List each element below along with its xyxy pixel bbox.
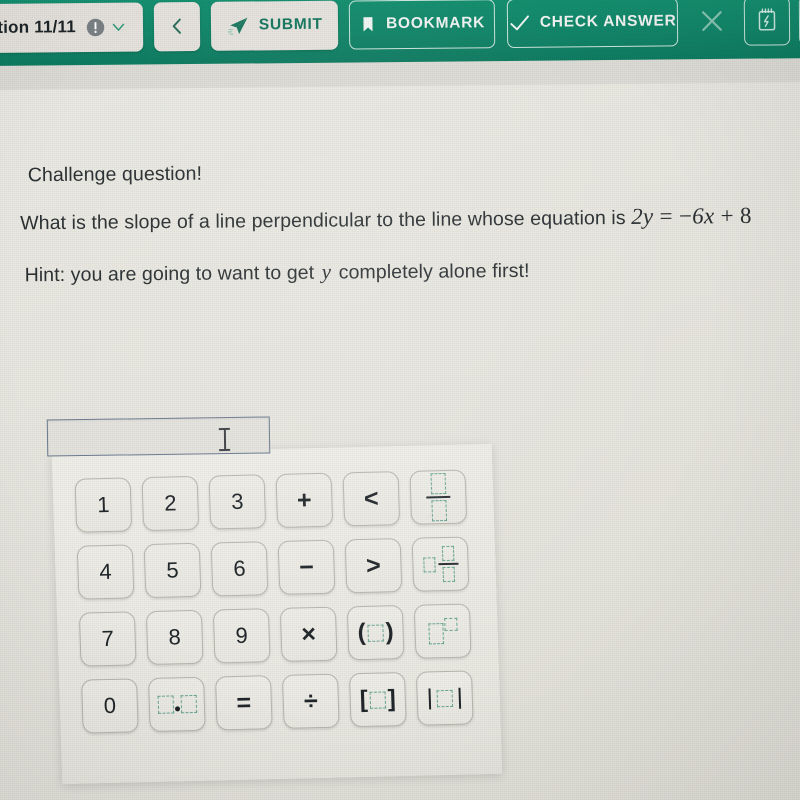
key-4[interactable]: 4 (76, 544, 135, 600)
eq-rhs-var: x (703, 203, 715, 229)
eq-rhs-const: 8 (739, 202, 752, 229)
key-divide[interactable]: ÷ (281, 673, 340, 729)
submit-label: SUBMIT (258, 16, 323, 34)
answer-input[interactable] (46, 416, 271, 457)
eq-lhs-coeff: 2 (631, 203, 644, 229)
key-less-than[interactable]: < (342, 471, 401, 527)
question-counter-pill[interactable]: estion 11/11 (0, 2, 144, 53)
challenge-heading: Challenge question! (27, 162, 203, 187)
question-equation: 2y = −6x + 8 (631, 203, 752, 229)
checkmark-icon (508, 11, 531, 34)
hint-prefix: Hint: you are going to want to get (24, 261, 315, 287)
back-button[interactable] (153, 1, 201, 51)
eq-rhs-sign: − (678, 203, 693, 229)
question-counter-label: estion 11/11 (0, 17, 76, 38)
key-greater-than[interactable]: > (344, 538, 403, 594)
key-0[interactable]: 0 (81, 678, 139, 734)
eq-equals: = (659, 203, 673, 229)
key-exponent[interactable] (413, 603, 472, 659)
key-equals[interactable]: = (214, 675, 273, 731)
notepad-icon (755, 7, 779, 33)
submit-button[interactable]: SUBMIT (211, 0, 339, 51)
question-hint: Hint: you are going to want to get y com… (25, 257, 530, 289)
key-decimal[interactable] (148, 676, 206, 733)
key-minus[interactable]: − (277, 539, 336, 595)
chevron-left-icon (167, 15, 187, 37)
key-9[interactable]: 9 (212, 608, 271, 664)
key-brackets[interactable]: [] (348, 672, 407, 728)
key-absolute-value[interactable] (415, 670, 474, 726)
eq-lhs-var: y (642, 203, 654, 229)
exclamation-circle-icon[interactable] (85, 16, 106, 37)
parentheses-template-icon: () (357, 618, 395, 647)
key-5[interactable]: 5 (143, 542, 202, 599)
top-toolbar: estion 11/11 SUBMIT BOOKMARK CHECK ANSWE… (0, 0, 800, 68)
question-prompt-text: What is the slope of a line perpendicula… (20, 207, 626, 235)
key-mixed-number[interactable] (411, 536, 470, 592)
key-8[interactable]: 8 (145, 609, 204, 666)
key-plus[interactable]: + (275, 472, 334, 528)
scratchpad-button[interactable] (743, 0, 791, 46)
brackets-template-icon: [] (359, 685, 397, 714)
chevron-down-icon[interactable] (110, 18, 127, 35)
key-3[interactable]: 3 (208, 474, 267, 530)
bookmark-icon (359, 13, 377, 35)
close-x-icon (696, 6, 726, 36)
math-keypad-grid: 1 2 3 + < 4 5 6 − > 7 8 9 × () 0 = ÷ [… (74, 469, 481, 741)
mixed-number-template-icon (422, 545, 458, 583)
bookmark-label: BOOKMARK (385, 14, 486, 33)
check-answer-button[interactable]: CHECK ANSWER (506, 0, 678, 48)
decimal-template-icon (157, 694, 197, 714)
close-button[interactable] (687, 0, 736, 46)
key-1[interactable]: 1 (74, 477, 133, 533)
key-parentheses[interactable]: () (346, 605, 405, 661)
key-multiply[interactable]: × (279, 606, 338, 662)
exponent-template-icon (427, 617, 458, 645)
hint-variable: y (321, 259, 332, 284)
key-2[interactable]: 2 (141, 475, 200, 532)
math-keypad-panel: 1 2 3 + < 4 5 6 − > 7 8 9 × () 0 = ÷ [… (51, 443, 503, 785)
paper-plane-icon (227, 14, 250, 37)
fraction-template-icon (426, 473, 452, 522)
eq-rhs-coeff: 6 (692, 203, 705, 229)
hint-suffix: completely alone first! (338, 259, 530, 284)
text-ibeam-cursor (218, 427, 231, 452)
key-7[interactable]: 7 (78, 611, 137, 667)
check-answer-label: CHECK ANSWER (539, 12, 677, 31)
key-6[interactable]: 6 (210, 541, 269, 597)
question-prompt: What is the slope of a line perpendicula… (20, 201, 752, 237)
eq-rhs-plus: + (720, 203, 734, 229)
bookmark-button[interactable]: BOOKMARK (349, 0, 496, 50)
counter-icons (85, 16, 127, 37)
app-screen: estion 11/11 SUBMIT BOOKMARK CHECK ANSWE… (0, 0, 800, 800)
absolute-value-template-icon (428, 687, 462, 709)
key-fraction[interactable] (409, 469, 468, 525)
